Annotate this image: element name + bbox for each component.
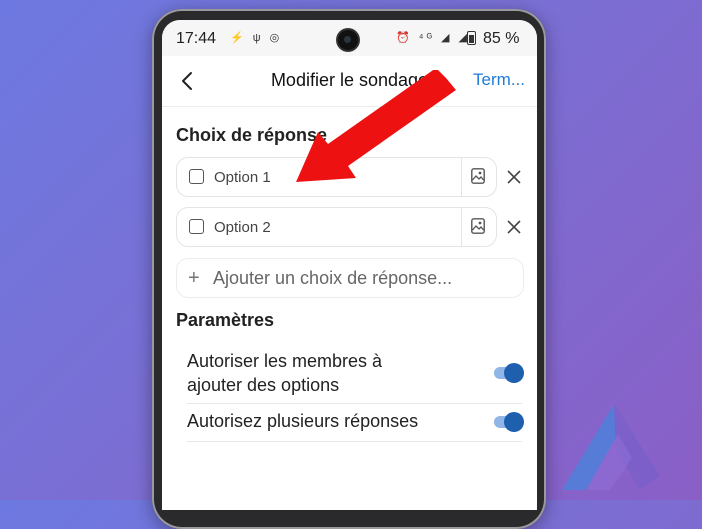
- add-image-button-2[interactable]: [461, 207, 497, 247]
- battery-percentage: 85 %: [483, 30, 520, 47]
- toggle-multiple-answers[interactable]: [494, 412, 524, 432]
- option-label: Option 1: [214, 169, 271, 186]
- done-button[interactable]: Term...: [473, 70, 525, 90]
- setting-label: Autoriser les membres à ajouter des opti…: [187, 351, 383, 395]
- checkbox-icon: [189, 169, 204, 184]
- option-input-2[interactable]: Option 2: [176, 207, 462, 247]
- brand-logo: [562, 404, 660, 490]
- front-camera: [338, 30, 358, 50]
- toggle-knob: [504, 363, 524, 383]
- notification-icons: ⚡ ψ ◎: [230, 32, 283, 44]
- add-choice-button[interactable]: + Ajouter un choix de réponse...: [176, 258, 524, 298]
- add-image-button-1[interactable]: [461, 157, 497, 197]
- setting-allow-members-add: Autoriser les membres à ajouter des opti…: [187, 347, 524, 404]
- option-label: Option 2: [214, 219, 271, 236]
- signal-icons: ⏰ ⁴ᴳ ◢ ◢: [396, 32, 470, 44]
- add-choice-label: Ajouter un choix de réponse...: [213, 268, 453, 288]
- setting-label: Autorisez plusieurs réponses: [187, 411, 419, 431]
- image-icon: [471, 218, 485, 234]
- status-bar: 17:44 ⚡ ψ ◎ ⏰ ⁴ᴳ ◢ ◢ 85 %: [162, 20, 537, 56]
- image-icon: [471, 168, 485, 184]
- status-time: 17:44: [176, 30, 217, 47]
- setting-multiple-answers: Autorisez plusieurs réponses: [187, 403, 524, 442]
- remove-option-1-icon[interactable]: [506, 169, 522, 185]
- red-arrow-annotation: [296, 70, 456, 182]
- settings-section-title: Paramètres: [176, 310, 275, 330]
- battery-icon: [467, 31, 476, 45]
- toggle-knob: [504, 412, 524, 432]
- plus-icon: +: [188, 267, 200, 289]
- remove-option-2-icon[interactable]: [506, 219, 522, 235]
- toggle-allow-members-add[interactable]: [494, 363, 524, 383]
- checkbox-icon: [189, 219, 204, 234]
